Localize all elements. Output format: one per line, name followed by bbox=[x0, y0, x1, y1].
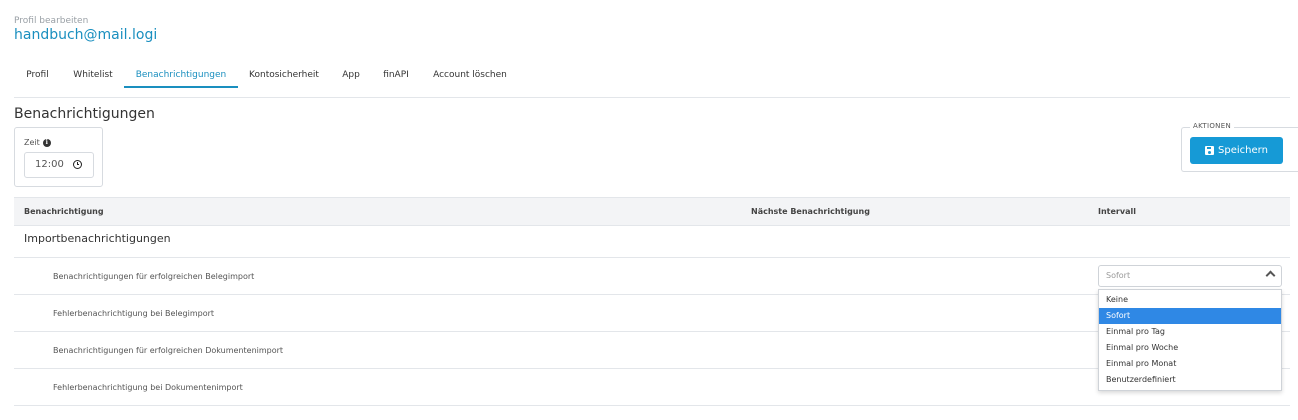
interval-dropdown: Keine Sofort Einmal pro Tag Einmal pro W… bbox=[1098, 289, 1282, 391]
interval-select-value: Sofort bbox=[1106, 271, 1131, 280]
info-icon[interactable]: i bbox=[42, 138, 51, 147]
column-header-benachrichtigung: Benachrichtigung bbox=[24, 207, 104, 216]
save-button[interactable]: Speichern bbox=[1190, 137, 1283, 164]
row-label: Fehlerbenachrichtigung bei Dokumentenimp… bbox=[53, 383, 243, 392]
time-value: 12:00 bbox=[35, 159, 64, 170]
option-einmal-pro-tag[interactable]: Einmal pro Tag bbox=[1099, 324, 1281, 340]
time-label-text: Zeit bbox=[24, 138, 40, 147]
actions-legend: AKTIONEN bbox=[1190, 122, 1234, 130]
profile-caption: Profil bearbeiten bbox=[14, 16, 89, 26]
row-label: Fehlerbenachrichtigung bei Belegimport bbox=[53, 309, 215, 318]
time-label: Zeit i bbox=[24, 138, 51, 147]
time-settings-box: Zeit i 12:00 bbox=[14, 127, 103, 187]
section-title: Benachrichtigungen bbox=[14, 106, 155, 122]
table-header: Benachrichtigung Nächste Benachrichtigun… bbox=[14, 197, 1290, 226]
group-title: Importbenachrichtigungen bbox=[24, 232, 171, 245]
option-einmal-pro-woche[interactable]: Einmal pro Woche bbox=[1099, 340, 1281, 356]
column-header-intervall: Intervall bbox=[1098, 207, 1136, 216]
tab-whitelist[interactable]: Whitelist bbox=[67, 62, 119, 88]
option-keine[interactable]: Keine bbox=[1099, 292, 1281, 308]
tab-finapi[interactable]: finAPI bbox=[378, 62, 414, 88]
column-header-naechste: Nächste Benachrichtigung bbox=[751, 207, 870, 216]
tab-bar: Profil Whitelist Benachrichtigungen Kont… bbox=[14, 62, 1290, 98]
tab-profil[interactable]: Profil bbox=[14, 62, 61, 88]
floppy-icon bbox=[1205, 146, 1215, 155]
option-einmal-pro-monat[interactable]: Einmal pro Monat bbox=[1099, 356, 1281, 372]
interval-select[interactable]: Sofort bbox=[1098, 265, 1282, 287]
time-input[interactable]: 12:00 bbox=[24, 152, 94, 178]
chevron-up-icon[interactable] bbox=[1265, 270, 1276, 281]
row-label: Benachrichtigungen für erfolgreichen Bel… bbox=[53, 272, 255, 281]
row-label: Benachrichtigungen für erfolgreichen Dok… bbox=[53, 346, 284, 355]
tab-kontosicherheit[interactable]: Kontosicherheit bbox=[244, 62, 324, 88]
tab-benachrichtigungen[interactable]: Benachrichtigungen bbox=[124, 62, 238, 88]
option-sofort[interactable]: Sofort bbox=[1099, 308, 1281, 324]
tab-app[interactable]: App bbox=[336, 62, 366, 88]
clock-icon[interactable] bbox=[73, 160, 82, 169]
save-button-label: Speichern bbox=[1218, 145, 1268, 156]
option-benutzerdefiniert[interactable]: Benutzerdefiniert bbox=[1099, 372, 1281, 388]
profile-email: handbuch@mail.logi bbox=[14, 27, 158, 43]
tab-account-loeschen[interactable]: Account löschen bbox=[428, 62, 512, 88]
